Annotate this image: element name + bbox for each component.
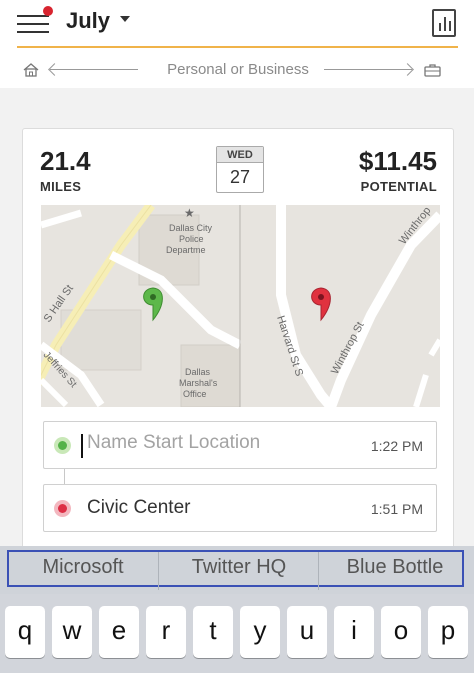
- map-label-police-1: Dallas City: [169, 223, 213, 233]
- map-label-harvard-st: Harvard St S: [274, 314, 305, 378]
- map-label-winthrop: Winthrop: [397, 205, 434, 247]
- key-t[interactable]: t: [193, 606, 233, 658]
- map-labels: S Hall St Jeffries St Dallas City Police…: [41, 205, 434, 399]
- key-e[interactable]: e: [99, 606, 139, 658]
- key-r[interactable]: r: [146, 606, 186, 658]
- drive-card[interactable]: 21.4 MILES WED 27 $11.45 POTENTIAL ★ S H…: [22, 128, 454, 568]
- start-location-row[interactable]: 1:22 PM: [43, 421, 437, 469]
- map-label-marshal-2: Marshal's: [179, 378, 218, 388]
- miles-label: MILES: [40, 179, 82, 194]
- key-u[interactable]: u: [287, 606, 327, 658]
- onscreen-keyboard: q w e r t y u i o p: [0, 594, 474, 673]
- end-location-dot-icon: [54, 500, 71, 517]
- date-day-of-week: WED: [217, 147, 263, 163]
- notification-dot: [43, 6, 53, 16]
- home-icon[interactable]: [23, 63, 39, 77]
- suggestion-twitter-hq[interactable]: Twitter HQ: [160, 556, 318, 579]
- potential-value: $11.45: [358, 146, 437, 176]
- hamburger-menu-icon[interactable]: [17, 6, 53, 35]
- location-suggestions-bar: Microsoft Twitter HQ Blue Bottle: [0, 546, 474, 594]
- suggestion-divider: [158, 552, 159, 590]
- start-location-dot-icon: [54, 437, 71, 454]
- suggestion-blue-bottle[interactable]: Blue Bottle: [320, 556, 470, 579]
- date-badge: WED 27: [216, 146, 264, 193]
- classification-bar: Personal or Business: [0, 48, 474, 88]
- month-selector-label[interactable]: July: [66, 8, 110, 34]
- chevron-down-icon[interactable]: [120, 16, 130, 22]
- end-location-row[interactable]: Civic Center 1:51 PM: [43, 484, 437, 532]
- suggestion-divider: [318, 552, 319, 590]
- key-w[interactable]: w: [52, 606, 92, 658]
- start-location-input[interactable]: [87, 432, 347, 454]
- key-o[interactable]: o: [381, 606, 421, 658]
- potential-label: POTENTIAL: [360, 179, 437, 194]
- swipe-left-arrow: [50, 69, 138, 70]
- bar-chart-report-icon[interactable]: [432, 9, 456, 37]
- route-map[interactable]: ★ S Hall St Jeffries St Dallas City Poli…: [41, 205, 440, 407]
- key-i[interactable]: i: [334, 606, 374, 658]
- key-q[interactable]: q: [5, 606, 45, 658]
- app-header: July: [0, 0, 474, 48]
- map-label-jeffries-st: Jeffries St: [41, 350, 79, 390]
- key-p[interactable]: p: [428, 606, 468, 658]
- map-label-s-hall-st: S Hall St: [42, 283, 76, 325]
- text-cursor: [81, 434, 83, 458]
- swipe-right-arrow: [324, 69, 412, 70]
- date-day-number: 27: [229, 167, 251, 187]
- briefcase-icon[interactable]: [424, 63, 441, 77]
- end-location-name[interactable]: Civic Center: [87, 497, 190, 519]
- suggestion-microsoft[interactable]: Microsoft: [8, 556, 158, 579]
- map-label-police-3: Departme: [166, 245, 206, 255]
- end-time: 1:51 PM: [370, 501, 423, 517]
- map-label-winthrop-st: Winthrop St: [329, 320, 367, 376]
- map-label-police-2: Police: [179, 234, 204, 244]
- miles-value: 21.4: [40, 146, 91, 176]
- map-label-marshal-1: Dallas: [185, 367, 211, 377]
- classification-label: Personal or Business: [167, 61, 309, 78]
- key-y[interactable]: y: [240, 606, 280, 658]
- map-label-marshal-3: Office: [183, 389, 206, 399]
- start-time: 1:22 PM: [370, 438, 423, 454]
